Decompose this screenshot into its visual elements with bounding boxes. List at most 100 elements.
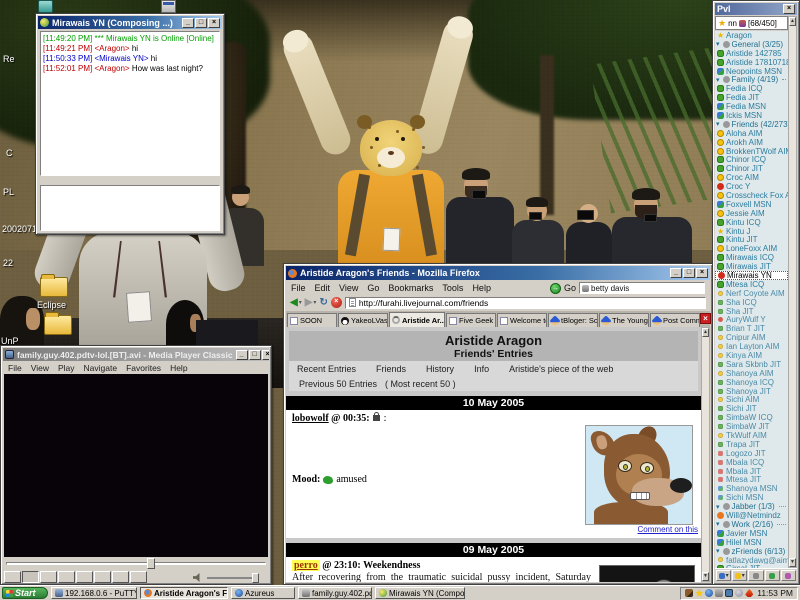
desktop-icon-label[interactable]: PL [3,187,14,197]
contact-row[interactable]: Aristide 142785 [715,49,788,58]
scroll-down-button[interactable]: ▼ [789,558,796,567]
contact-row[interactable]: Mirawais ICQ [715,253,788,262]
browser-tab[interactable]: Post Comment [650,313,700,327]
status-mode-icon[interactable] [739,20,746,27]
contact-row[interactable]: Mtesa ICQ [715,280,788,289]
folder-icon[interactable] [40,277,68,297]
maximize-button[interactable]: □ [195,18,207,28]
contact-row[interactable]: Brian T JIT [715,324,788,333]
previous-entries-link[interactable]: Previous 50 Entries [299,379,377,389]
seek-bar[interactable] [4,558,268,569]
contact-row[interactable]: Nerf Coyote AIM [715,289,788,298]
contact-row[interactable]: fatlazydawg@aim.n... [715,556,788,565]
dog-tray-icon[interactable] [685,589,693,597]
contact-row[interactable]: Mirawais JIT [715,262,788,271]
contact-row[interactable]: General (3/25) [715,40,788,49]
contact-row[interactable]: Crosscheck Fox AIM [715,191,788,200]
back-button[interactable]: ◀ [290,298,298,308]
contact-row[interactable]: Family (4/19) [715,75,788,84]
entry-photo[interactable] [599,565,695,582]
favorites-button[interactable]: ▾ [732,570,747,581]
forward-dropdown-icon[interactable]: ▾ [313,299,316,306]
contact-row[interactable]: TkWulf AIM [715,431,788,440]
close-button[interactable]: × [696,268,708,278]
contact-row[interactable]: SimbaW ICQ [715,413,788,422]
taskbar-button[interactable]: family.guy.402.pdtv-lol.[...] [298,587,372,599]
menu-item[interactable]: Go [367,283,379,293]
desktop-icon-label[interactable]: 22 [3,258,13,268]
contact-row[interactable]: Fedia JIT [715,93,788,102]
stop[interactable] [40,571,57,583]
menu-item[interactable]: Help [472,283,491,293]
skip-back[interactable] [58,571,75,583]
contact-row[interactable]: Mbala ICQ [715,458,788,467]
gear-tray-icon[interactable] [715,589,723,597]
menu-item[interactable]: Bookmarks [388,283,433,293]
desktop-icon-label[interactable]: C [6,148,13,158]
chat-splitter[interactable] [40,179,220,184]
close-button[interactable]: × [208,18,220,28]
chat-titlebar[interactable]: Mirawais YN (Composing ...) _ □ × [38,16,222,29]
contact-row[interactable]: Arokh AIM [715,138,788,147]
options-button[interactable] [781,570,796,581]
minimize-button[interactable]: _ [182,18,194,28]
contact-row[interactable]: Mirawais YN [715,271,788,280]
back-dropdown-icon[interactable]: ▾ [299,299,302,306]
sound-button[interactable] [748,570,763,581]
taskbar-button[interactable]: Mirawais YN (Composing ... [375,587,465,599]
contact-row[interactable]: Aragon [715,31,788,40]
chat-input-area[interactable] [40,185,220,231]
video-area[interactable] [4,374,268,557]
recycle-bin-icon[interactable] [38,0,53,13]
contact-row[interactable]: Shanoya MSN [715,484,788,493]
mail-button[interactable] [765,570,780,581]
star-tray-icon[interactable] [695,589,703,597]
browser-tab[interactable]: The Young P... [599,313,649,327]
buddy-list-status-bar[interactable]: ★ nn [68/450] [715,16,788,30]
contact-row[interactable]: Ian Layton AIM [715,342,788,351]
browser-tab[interactable]: Aristide Ar... [389,312,445,327]
rewind[interactable] [76,571,93,583]
contact-row[interactable]: Shanoya JIT [715,387,788,396]
contact-row[interactable]: zFriends (6/13) [715,547,788,556]
taskbar-button[interactable]: 192.168.0.6 - PuTTY [51,587,137,599]
search-input[interactable]: betty davis [579,282,705,294]
scroll-up-button[interactable]: ▲ [789,17,796,26]
maximize-button[interactable]: □ [249,350,261,360]
contact-row[interactable]: Jabber (1/3) [715,502,788,511]
desktop-app-icon[interactable] [161,0,176,13]
contact-row[interactable]: AuryWulf Y [715,316,788,325]
reload-button[interactable]: ↻ [319,297,327,308]
contact-row[interactable]: SimbaW JIT [715,422,788,431]
menu-item[interactable]: Help [170,363,187,373]
lj-nav-website[interactable]: Aristide's piece of the web [509,364,613,374]
wolf-cartoon-image[interactable] [585,425,693,525]
menu-item[interactable]: File [8,363,22,373]
menu-item[interactable]: View [31,363,49,373]
username-link[interactable]: lobowolf [292,413,329,424]
contact-row[interactable]: Ickis MSN [715,111,788,120]
desktop-icon-label[interactable]: Re [3,54,15,64]
firefox-titlebar[interactable]: Aristide Aragon's Friends - Mozilla Fire… [286,266,710,280]
contact-row[interactable]: Sha ICQ [715,298,788,307]
buddy-list-titlebar[interactable]: Pvl × [715,3,797,15]
start-button[interactable]: Start [2,587,48,599]
browser-tab[interactable]: Welcome to ... [497,313,547,327]
close-tab-button[interactable]: × [700,313,711,324]
contact-row[interactable]: Chinor JIT [715,164,788,173]
contact-row[interactable]: Fedia MSN [715,102,788,111]
contact-row[interactable]: Aristide 17810718 [715,58,788,67]
contact-row[interactable]: Neopoints MSN [715,67,788,76]
contact-row[interactable]: Chinor ICQ [715,155,788,164]
contact-row[interactable]: Sichi AIM [715,396,788,405]
go-icon[interactable]: → [550,283,561,294]
status-menu-button[interactable]: ▾ [716,570,731,581]
contact-row[interactable]: Kinya AIM [715,351,788,360]
contact-list-scrollbar[interactable]: ▲ ▼ [788,16,797,568]
browser-tab[interactable]: SOON [287,313,337,327]
url-bar[interactable]: http://furahi.livejournal.com/friends [345,297,706,309]
contact-row[interactable]: Trapa JIT [715,440,788,449]
contact-row[interactable]: Logozo JIT [715,449,788,458]
browser-tab[interactable]: tBloger: Scared! [548,313,598,327]
frame-step[interactable] [130,571,147,583]
